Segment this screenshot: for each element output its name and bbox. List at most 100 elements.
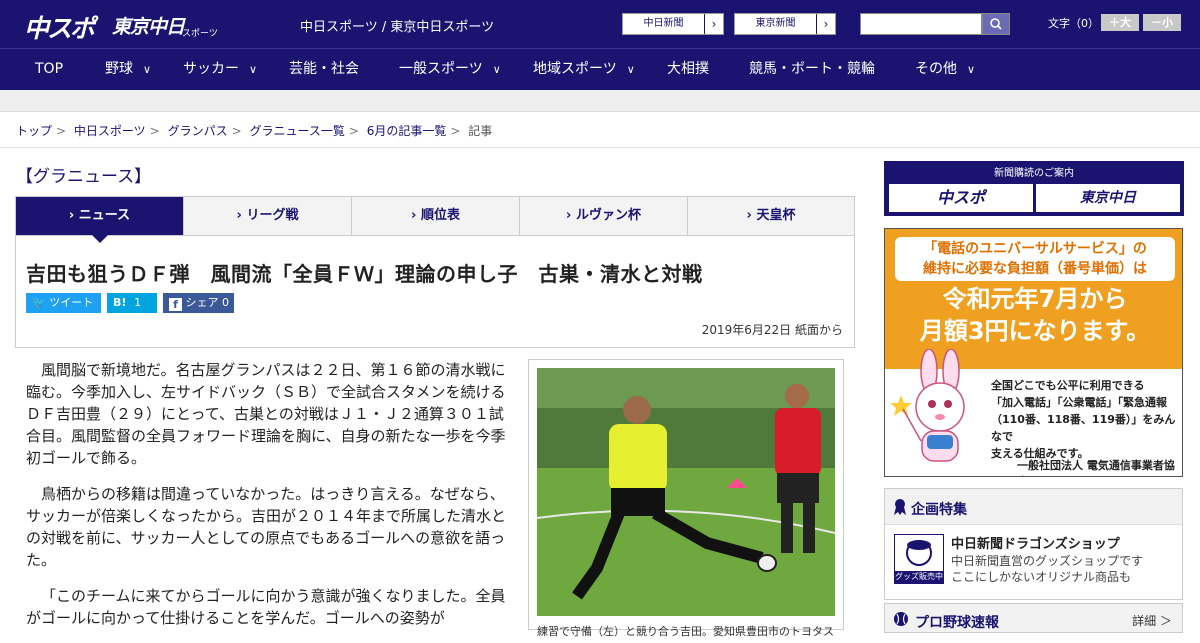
- nav-label: TOP: [35, 61, 64, 77]
- ad-body-line: 「加入電話」「公衆電話」「緊急通報: [991, 396, 1167, 409]
- breadcrumb-separator: >: [450, 124, 461, 138]
- nav-label: 野球: [105, 61, 133, 77]
- tokyo-chunichi-logo[interactable]: 東京中日: [112, 12, 185, 39]
- breadcrumb-link[interactable]: 中日スポーツ: [74, 124, 146, 138]
- chevron-down-icon: ∨: [626, 63, 635, 76]
- font-size-label: 文字（0）: [1048, 17, 1099, 30]
- top-header: 中スポ 東京中日 スポーツ 中日スポーツ / 東京中日スポーツ 中日新聞 › 東…: [0, 0, 1200, 48]
- tab-bar: › ニュース › リーグ戦 › 順位表 › ルヴァン杯 › 天皇杯: [15, 196, 855, 236]
- ad-main-line: 月額3円になります。: [919, 317, 1151, 345]
- dragons-shop-thumbnail[interactable]: グッズ販売中: [894, 534, 944, 584]
- universal-service-ad[interactable]: 「電話のユニバーサルサービス」の 維持に必要な負担額（番号単価）は 令和元年7月…: [884, 228, 1183, 477]
- chevron-down-icon: ∨: [249, 63, 258, 76]
- ad-headline-line: 維持に必要な負担額（番号単価）は: [923, 261, 1147, 277]
- tab-label: 順位表: [420, 208, 460, 223]
- article-paragraph: 風間脳で新境地だ。名古屋グランパスは２２日、第１６節の清水戦に臨む。今季加入し、…: [26, 361, 506, 467]
- dragons-shop-description: 中日新聞直営のグッズショップです ここにしかないオリジナル商品も: [951, 553, 1143, 585]
- tokyo-shimbun-label: 東京新聞: [735, 14, 817, 34]
- nav-item-other[interactable]: その他 ∨: [915, 49, 975, 91]
- nav-item-baseball[interactable]: 野球 ∨: [105, 49, 151, 91]
- search-input[interactable]: [860, 13, 982, 35]
- section-title: 【グラニュース】: [16, 167, 152, 187]
- divider: [0, 147, 1200, 148]
- facebook-count: 0: [222, 296, 229, 309]
- site-title: 中日スポーツ / 東京中日スポーツ: [300, 20, 495, 35]
- font-larger-button[interactable]: ＋大: [1101, 14, 1139, 31]
- description-line: ここにしかないオリジナル商品も: [951, 570, 1132, 584]
- font-smaller-button[interactable]: －小: [1143, 14, 1181, 31]
- nav-item-top[interactable]: TOP: [35, 49, 63, 91]
- tab-news[interactable]: › ニュース: [16, 197, 184, 235]
- nav-label: 大相撲: [667, 61, 709, 77]
- tab-label: 天皇杯: [756, 208, 796, 223]
- tab-emperors-cup[interactable]: › 天皇杯: [688, 197, 854, 235]
- chunichi-shimbun-label: 中日新聞: [623, 14, 705, 34]
- breadcrumb: トップ > 中日スポーツ > グランパス > グラニュース一覧 > 6月の記事一覧 > 記…: [16, 122, 492, 139]
- nav-item-general-sports[interactable]: 一般スポーツ ∨: [399, 49, 501, 91]
- nav-item-soccer[interactable]: サッカー ∨: [183, 49, 257, 91]
- ribbon-icon: [894, 499, 906, 515]
- subscribe-tokyo-chunichi-link[interactable]: 東京中日: [1036, 184, 1180, 212]
- nav-item-racing[interactable]: 競馬・ボート・競輪: [749, 49, 875, 91]
- tab-label: ルヴァン杯: [575, 208, 641, 223]
- baseball-scores-box: プロ野球速報 詳細 ＞: [884, 603, 1183, 633]
- breadcrumb-link[interactable]: グランパス: [168, 124, 228, 138]
- tweet-label: ツイート: [49, 296, 94, 309]
- nav-item-local-sports[interactable]: 地域スポーツ ∨: [533, 49, 635, 91]
- special-features-header: 企画特集: [885, 489, 1182, 525]
- tab-standings[interactable]: › 順位表: [352, 197, 520, 235]
- ad-headline: 「電話のユニバーサルサービス」の 維持に必要な負担額（番号単価）は: [895, 237, 1175, 281]
- breadcrumb-separator: >: [149, 124, 160, 138]
- thumbnail-label: グッズ販売中: [895, 572, 943, 581]
- article-headline: 吉田も狙うＤＦ弾 風間流「全員ＦＷ」理論の申し子 古巣・清水と対戦: [26, 262, 703, 286]
- chusupo-logo[interactable]: 中スポ: [24, 9, 95, 45]
- chevron-right-icon: ›: [711, 17, 717, 31]
- chevron-down-icon: ∨: [492, 63, 501, 76]
- facebook-share-button[interactable]: f シェア 0: [163, 293, 234, 313]
- ad-organization: 一般社団法人 電気通信事業者協会: [1017, 459, 1175, 476]
- ad-body-text: 全国どこでも公平に利用できる 「加入電話」「公衆電話」「緊急通報 （110番、1…: [991, 377, 1182, 462]
- soccer-training-photo[interactable]: [537, 368, 835, 616]
- article-paragraph: 鳥栖からの移籍は間違っていなかった。はっきり言える。なぜなら、サッカーが倍楽しく…: [26, 485, 507, 569]
- baseball-icon: [894, 612, 908, 626]
- twitter-icon: 🐦: [32, 296, 46, 309]
- breadcrumb-separator: >: [348, 124, 359, 138]
- article-date: 2019年6月22日 紙面から: [701, 323, 843, 337]
- chunichi-shimbun-link[interactable]: 中日新聞 ›: [622, 13, 724, 35]
- nav-item-sumo[interactable]: 大相撲: [667, 49, 709, 91]
- article-body: 風間脳で新境地だ。名古屋グランパスは２２日、第１６節の清水戦に臨む。今季加入し、…: [26, 359, 508, 643]
- tab-levain-cup[interactable]: › ルヴァン杯: [520, 197, 688, 235]
- ad-headline-line: 「電話のユニバーサルサービス」の: [923, 241, 1147, 257]
- ad-main-line: 令和元年7月から: [942, 285, 1128, 313]
- search-button[interactable]: [982, 13, 1010, 35]
- subscription-banner[interactable]: 新聞購読のご案内 中スポ 東京中日: [884, 161, 1184, 216]
- tab-label: リーグ戦: [246, 208, 299, 223]
- chevron-right-icon: ›: [823, 17, 829, 31]
- subscribe-chusupo-link[interactable]: 中スポ: [889, 184, 1033, 212]
- nav-label: 競馬・ボート・競輪: [749, 61, 875, 77]
- chevron-down-icon: ∨: [143, 63, 152, 76]
- breadcrumb-link[interactable]: グラニュース一覧: [249, 124, 344, 138]
- baseball-scores-more-link[interactable]: 詳細 ＞: [1132, 612, 1172, 629]
- tab-league[interactable]: › リーグ戦: [184, 197, 352, 235]
- tweet-button[interactable]: 🐦 ツイート: [26, 293, 101, 313]
- breadcrumb-separator: >: [231, 124, 242, 138]
- facebook-share-label: シェア: [185, 296, 219, 309]
- hatena-count: 1: [134, 296, 142, 309]
- breadcrumb-separator: >: [56, 124, 67, 138]
- nav-label: サッカー: [183, 61, 239, 77]
- hatena-icon: B!: [113, 296, 127, 309]
- hatena-bookmark-button[interactable]: B! 1: [107, 293, 157, 313]
- tokyo-shimbun-link[interactable]: 東京新聞 ›: [734, 13, 836, 35]
- search-icon: [990, 18, 1002, 30]
- facebook-icon: f: [169, 298, 182, 311]
- breadcrumb-link[interactable]: トップ: [16, 124, 52, 138]
- ad-body-line: 全国どこでも公平に利用できる: [991, 379, 1145, 392]
- breadcrumb-link[interactable]: 6月の記事一覧: [367, 124, 447, 138]
- breadcrumb-current: 記事: [468, 124, 493, 138]
- dragons-shop-link[interactable]: 中日新聞ドラゴンズショップ: [951, 533, 1120, 552]
- ad-body-line: （110番、118番、119番）」をみんなで: [991, 413, 1176, 443]
- nav-label: 芸能・社会: [289, 61, 359, 77]
- baseball-scores-title: プロ野球速報: [915, 615, 999, 631]
- nav-item-entertainment[interactable]: 芸能・社会: [289, 49, 359, 91]
